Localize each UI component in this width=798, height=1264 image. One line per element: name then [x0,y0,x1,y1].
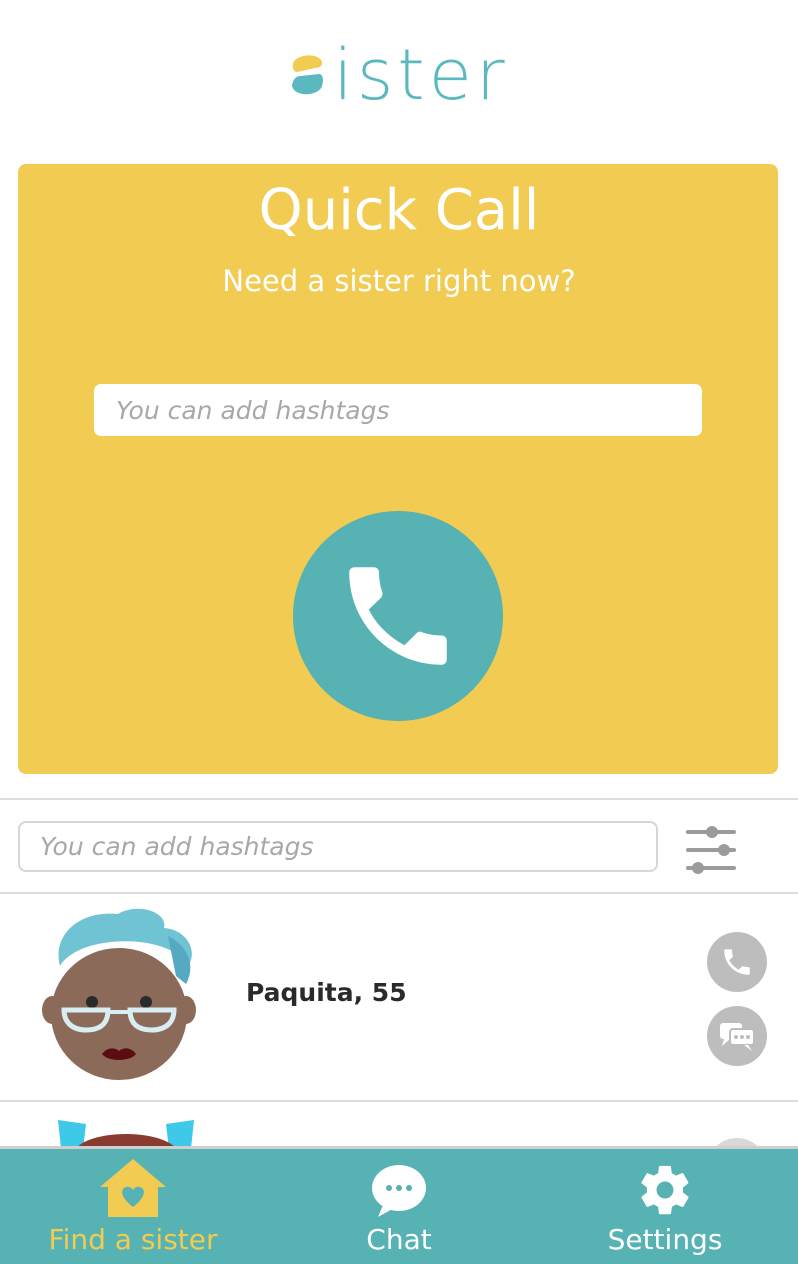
nav-settings[interactable]: Settings [532,1149,798,1264]
chat-bubbles-icon [720,1023,755,1051]
list-item-divider [0,1100,798,1102]
home-heart-icon [100,1159,166,1217]
app-root: ister Quick Call Need a sister right now… [0,0,798,1264]
app-header: ister [0,0,798,150]
nav-label-settings: Settings [607,1223,723,1256]
sister-name: Paquita, 55 [246,978,407,1007]
nav-label-find-a-sister: Find a sister [48,1223,218,1256]
bottom-navigation: Find a sister Chat Settings [0,1146,798,1264]
nav-label-chat: Chat [366,1223,432,1256]
logo-wordmark: ister [333,34,509,116]
message-sister-button[interactable] [707,1006,767,1066]
nav-find-a-sister[interactable]: Find a sister [0,1149,266,1264]
filter-button[interactable] [684,822,740,878]
sister-logo: ister [289,40,508,110]
hashtag-search-input[interactable] [18,821,658,872]
gear-icon [641,1165,689,1215]
call-sister-button[interactable] [707,932,767,992]
quick-call-title: Quick Call [258,178,540,243]
logo-mark-icon [292,55,324,95]
phone-icon [349,567,447,665]
section-divider [0,798,798,800]
quick-call-subtitle: Need a sister right now? [222,264,576,298]
sister-avatar [42,908,196,1080]
nav-chat[interactable]: Chat [266,1149,532,1264]
quick-call-hashtag-input[interactable] [94,384,702,436]
chat-bubble-icon [372,1165,426,1217]
quick-call-button[interactable] [293,511,503,721]
sliders-icon [686,826,736,874]
phone-icon [724,949,750,975]
